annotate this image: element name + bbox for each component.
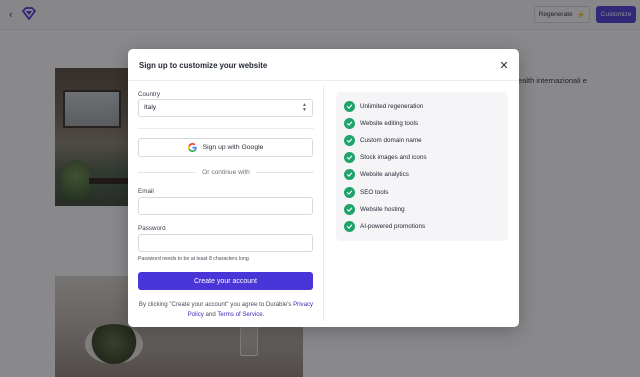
google-icon bbox=[187, 143, 197, 152]
feature-item: Custom domain name bbox=[344, 134, 422, 146]
feature-label: Website analytics bbox=[360, 171, 409, 179]
terms-of-service-link[interactable]: Terms of Service bbox=[217, 311, 262, 318]
check-circle-icon bbox=[344, 152, 355, 164]
google-signup-button[interactable]: Sign up with Google bbox=[138, 138, 313, 157]
modal-title: Sign up to customize your website bbox=[139, 61, 268, 70]
feature-item: SEO tools bbox=[344, 186, 388, 198]
or-divider: Or continue with bbox=[138, 167, 314, 177]
signup-modal: Sign up to customize your website ✕ Coun… bbox=[128, 49, 519, 327]
column-divider bbox=[323, 85, 324, 321]
check-circle-icon bbox=[344, 100, 355, 112]
google-button-label: Sign up with Google bbox=[202, 144, 264, 151]
check-circle-icon bbox=[344, 117, 355, 129]
divider bbox=[138, 128, 314, 129]
modal-header: Sign up to customize your website ✕ bbox=[128, 49, 519, 81]
country-select[interactable]: Italy ▲ ▼ bbox=[138, 99, 313, 117]
select-arrows-icon: ▲ ▼ bbox=[302, 102, 307, 113]
country-value: Italy bbox=[144, 104, 157, 111]
check-circle-icon bbox=[344, 186, 355, 198]
feature-label: SEO tools bbox=[360, 188, 389, 196]
password-hint: Password needs to be at least 8 characte… bbox=[138, 256, 249, 262]
feature-label: Website hosting bbox=[360, 205, 405, 213]
email-label: Email bbox=[138, 188, 154, 195]
check-circle-icon bbox=[344, 134, 355, 146]
close-button[interactable]: ✕ bbox=[497, 58, 511, 72]
password-input[interactable] bbox=[138, 234, 313, 252]
create-account-button[interactable]: Create your account bbox=[138, 272, 313, 290]
terms-text: By clicking "Create your account" you ag… bbox=[138, 300, 314, 320]
feature-item: Website hosting bbox=[344, 203, 405, 215]
feature-item: Website analytics bbox=[344, 169, 409, 181]
feature-label: Custom domain name bbox=[360, 136, 422, 144]
feature-label: Stock images and icons bbox=[360, 154, 427, 162]
features-panel: Unlimited regeneration Website editing to… bbox=[336, 92, 508, 241]
terms-suffix: . bbox=[262, 311, 265, 318]
feature-label: Website editing tools bbox=[360, 119, 418, 127]
check-circle-icon bbox=[344, 203, 355, 215]
terms-prefix: By clicking "Create your account" you ag… bbox=[138, 301, 292, 308]
feature-label: Unlimited regeneration bbox=[360, 102, 424, 110]
country-label: Country bbox=[138, 91, 161, 98]
check-circle-icon bbox=[344, 220, 355, 232]
terms-and: and bbox=[205, 311, 216, 318]
or-text: Or continue with bbox=[202, 168, 250, 176]
create-account-label: Create your account bbox=[193, 277, 258, 285]
email-input[interactable] bbox=[138, 197, 313, 215]
close-icon: ✕ bbox=[499, 59, 509, 72]
password-label: Password bbox=[138, 225, 166, 232]
feature-item: AI-powered promotions bbox=[344, 220, 425, 232]
check-circle-icon bbox=[344, 169, 355, 181]
feature-item: Unlimited regeneration bbox=[344, 100, 423, 112]
feature-item: Stock images and icons bbox=[344, 152, 427, 164]
feature-label: AI-powered promotions bbox=[360, 222, 426, 230]
feature-item: Website editing tools bbox=[344, 117, 418, 129]
